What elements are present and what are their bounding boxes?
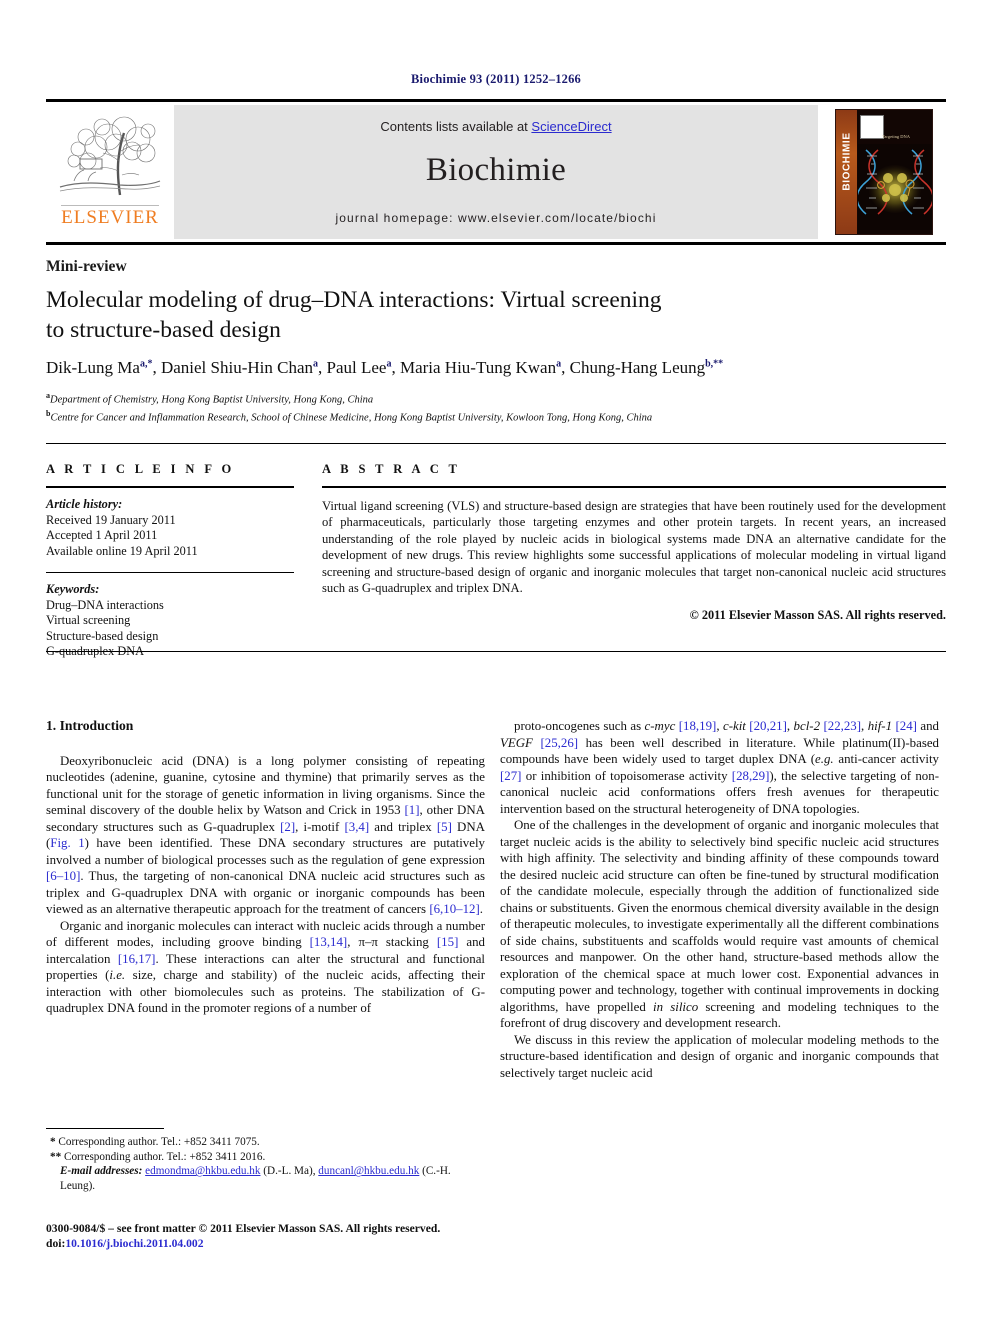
section-heading-introduction: 1. Introduction: [46, 718, 134, 733]
history-received: Received 19 January 2011: [46, 512, 176, 527]
issn-frontmatter-line: 0300-9084/$ – see front matter © 2011 El…: [46, 1222, 441, 1235]
banner-rule-top: [46, 99, 946, 102]
cover-spine-title: BIOCHIMIE: [841, 132, 853, 191]
body-column-right: proto-oncogenes such as c-myc [18,19], c…: [500, 718, 939, 1081]
doi-value[interactable]: 10.1016/j.biochi.2011.04.002: [65, 1237, 203, 1250]
author-name[interactable]: Daniel Shiu-Hin Chan: [161, 358, 313, 377]
title-line-2: to structure-based design: [46, 317, 281, 343]
elsevier-wordmark: ELSEVIER: [61, 205, 159, 228]
banner-center: Contents lists available at ScienceDirec…: [174, 105, 818, 239]
tree-illustration: [59, 116, 161, 196]
footnote-block: * Corresponding author. Tel.: +852 3411 …: [46, 1128, 485, 1193]
article-history-label: Article history:: [46, 497, 123, 511]
affiliation-item: aDepartment of Chemistry, Hong Kong Bapt…: [46, 389, 936, 407]
abstract-column: A B S T R A C T Virtual ligand screening…: [322, 462, 946, 623]
author-affil-mark: a,*: [139, 358, 153, 370]
affiliation-list: aDepartment of Chemistry, Hong Kong Bapt…: [46, 389, 936, 425]
body-paragraph: proto-oncogenes such as c-myc [18,19], c…: [500, 719, 939, 816]
keyword-item: Structure-based design: [46, 628, 159, 643]
contents-available-line: Contents lists available at ScienceDirec…: [380, 119, 611, 134]
banner-rule-bottom: [46, 242, 946, 245]
journal-article-page: Biochimie 93 (2011) 1252–1266 ELSEVIER C…: [0, 0, 992, 1323]
journal-banner: ELSEVIER Contents lists available at Sci…: [46, 99, 946, 245]
abstract-rule: [322, 486, 946, 488]
footnote-mark: *: [50, 1136, 56, 1148]
cover-spine: BIOCHIMIE: [836, 110, 857, 234]
email-link[interactable]: edmondma@hkbu.edu.hk: [145, 1165, 260, 1177]
title-line-1: Molecular modeling of drug–DNA interacti…: [46, 287, 662, 313]
history-accepted: Accepted 1 April 2011: [46, 528, 158, 542]
article-info-heading: A R T I C L E I N F O: [46, 462, 235, 476]
body-paragraph: Organic and inorganic molecules can inte…: [46, 918, 486, 1016]
footnote-mark: **: [50, 1150, 62, 1163]
affiliation-text: Department of Chemistry, Hong Kong Bapti…: [50, 394, 374, 406]
page-title: Molecular modeling of drug–DNA interacti…: [46, 285, 836, 345]
journal-cover-thumbnail: BIOCHIMIE Targeting DNA: [826, 105, 942, 239]
keyword-item: Drug–DNA interactions: [46, 597, 164, 612]
keywords-block: Keywords: Drug–DNA interactions Virtual …: [46, 582, 294, 660]
article-info-rule: [46, 486, 294, 488]
author-list: Dik-Lung Maa,*, Daniel Shiu-Hin Chana, P…: [46, 358, 724, 377]
doi-line: doi:10.1016/j.biochi.2011.04.002: [46, 1237, 516, 1252]
author-affil-mark: a: [556, 358, 562, 370]
author-name[interactable]: Chung-Hang Leung: [570, 358, 706, 377]
running-head: Biochimie 93 (2011) 1252–1266: [410, 72, 582, 86]
email-label: E-mail addresses:: [60, 1165, 143, 1178]
email-link[interactable]: duncanl@hkbu.edu.hk: [318, 1165, 419, 1177]
keywords-label: Keywords:: [46, 582, 100, 596]
article-history-block: Article history: Received 19 January 201…: [46, 497, 294, 559]
affiliation-text: Centre for Cancer and Inflammation Resea…: [50, 412, 653, 424]
body-paragraph: Deoxyribonucleic acid (DNA) is a long po…: [46, 753, 485, 917]
history-online: Available online 19 April 2011: [46, 543, 198, 558]
author-name[interactable]: Paul Lee: [327, 358, 387, 377]
affiliation-item: bCentre for Cancer and Inflammation Rese…: [46, 407, 936, 425]
doi-label: doi:: [46, 1236, 66, 1250]
elsevier-tree-icon: [58, 115, 162, 203]
journal-title: Biochimie: [425, 152, 567, 188]
email-addresses-note: E-mail addresses: edmondma@hkbu.edu.hk (…: [60, 1165, 451, 1192]
footnote-rule: [46, 1128, 164, 1129]
author-affil-mark: a: [313, 358, 319, 370]
body-column-left: 1. Introduction Deoxyribonucleic acid (D…: [46, 718, 485, 1017]
body-paragraph: We discuss in this review the applicatio…: [500, 1032, 939, 1080]
sciencedirect-link[interactable]: ScienceDirect: [531, 119, 611, 134]
contents-prefix: Contents lists available at: [380, 119, 532, 134]
imprint-block: 0300-9084/$ – see front matter © 2011 El…: [46, 1222, 516, 1251]
elsevier-logo: ELSEVIER: [52, 105, 168, 239]
masthead-divider: [46, 443, 946, 444]
dna-helix-artwork: [858, 144, 932, 230]
footnote-text: Corresponding author. Tel.: +852 3411 20…: [63, 1150, 266, 1163]
abstract-heading: A B S T R A C T: [322, 462, 461, 476]
cover-caption: Targeting DNA: [882, 134, 910, 139]
keyword-item: Virtual screening: [46, 613, 131, 627]
corresponding-author-note: ** Corresponding author. Tel.: +852 3411…: [46, 1150, 485, 1165]
article-info-column: A R T I C L E I N F O Article history: R…: [46, 462, 294, 660]
article-type-label: Mini-review: [46, 258, 127, 275]
author-affil-mark: b,**: [705, 358, 724, 370]
body-paragraph: One of the challenges in the development…: [500, 818, 940, 1030]
email-owner: (D.-L. Ma): [263, 1165, 313, 1178]
author-affil-mark: a: [386, 358, 392, 370]
corresponding-author-note: * Corresponding author. Tel.: +852 3411 …: [46, 1135, 485, 1150]
footnote-text: Corresponding author. Tel.: +852 3411 70…: [58, 1136, 260, 1148]
author-name[interactable]: Maria Hiu-Tung Kwan: [400, 358, 556, 377]
article-info-divider: [46, 572, 294, 573]
abstract-text: Virtual ligand screening (VLS) and struc…: [322, 499, 946, 596]
abstract-bottom-divider: [46, 651, 946, 652]
journal-cover-image: BIOCHIMIE Targeting DNA: [835, 109, 933, 235]
journal-homepage[interactable]: journal homepage: www.elsevier.com/locat…: [336, 211, 657, 225]
author-name[interactable]: Dik-Lung Ma: [46, 358, 140, 377]
abstract-copyright: © 2011 Elsevier Masson SAS. All rights r…: [689, 608, 946, 623]
